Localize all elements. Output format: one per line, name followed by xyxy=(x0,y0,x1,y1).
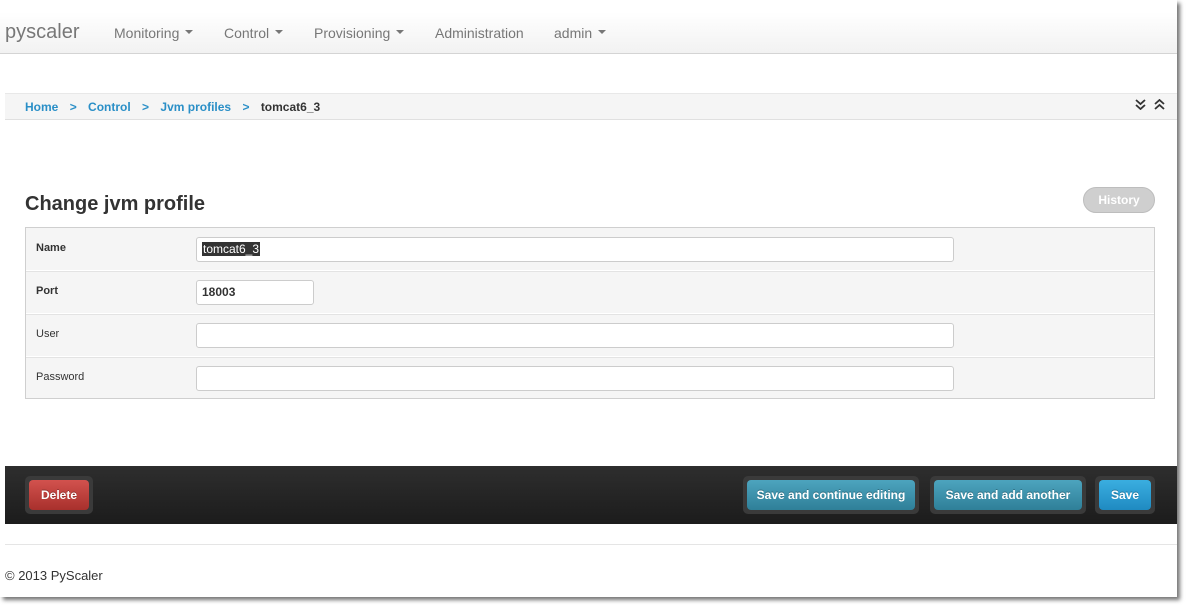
breadcrumb-separator: > xyxy=(69,100,77,114)
delete-button[interactable]: Delete xyxy=(29,480,89,510)
nav-monitoring-label: Monitoring xyxy=(114,25,180,41)
nav-administration-label: Administration xyxy=(435,25,524,41)
nav-user-label: admin xyxy=(554,25,593,41)
double-chevron-down-icon[interactable] xyxy=(1135,98,1150,113)
save-button[interactable]: Save xyxy=(1099,480,1151,510)
breadcrumb-control[interactable]: Control xyxy=(88,100,131,114)
save-and-continue-button[interactable]: Save and continue editing xyxy=(747,480,915,510)
form-row-name: Name tomcat6_3 xyxy=(26,228,1154,271)
port-input[interactable]: 18003 xyxy=(196,280,314,305)
browser-window: pyscaler Monitoring Control Provisioning… xyxy=(0,0,1177,597)
name-label: Name xyxy=(36,242,66,254)
user-label: User xyxy=(36,328,60,340)
caret-down-icon xyxy=(396,30,405,35)
name-input-value: tomcat6_3 xyxy=(202,242,261,256)
breadcrumb-current: tomcat6_3 xyxy=(260,100,321,114)
password-label: Password xyxy=(36,371,85,383)
nav-monitoring[interactable]: Monitoring xyxy=(114,25,194,41)
double-chevron-up-icon[interactable] xyxy=(1154,98,1165,113)
top-navbar: pyscaler Monitoring Control Provisioning… xyxy=(0,12,1177,54)
nav-control[interactable]: Control xyxy=(224,25,284,41)
nav-control-label: Control xyxy=(224,25,270,41)
page-title: Change jvm profile xyxy=(25,193,206,215)
password-input[interactable] xyxy=(196,366,954,391)
footer-divider xyxy=(5,544,1177,545)
nav-provisioning[interactable]: Provisioning xyxy=(314,25,405,41)
nav-administration[interactable]: Administration xyxy=(435,25,524,41)
nav-user-menu[interactable]: admin xyxy=(554,25,607,41)
caret-down-icon xyxy=(598,30,607,35)
submit-row: Delete Save and continue editing Save an… xyxy=(5,466,1177,524)
form-row-user: User xyxy=(26,314,1154,357)
history-button[interactable]: History xyxy=(1083,187,1155,213)
user-input[interactable] xyxy=(196,323,954,348)
breadcrumb-jvm-profiles[interactable]: Jvm profiles xyxy=(160,100,231,114)
save-continue-button-well: Save and continue editing xyxy=(743,476,919,514)
save-button-well: Save xyxy=(1095,476,1155,514)
breadcrumb-separator: > xyxy=(242,100,250,114)
breadcrumb-tools xyxy=(1131,98,1165,113)
caret-down-icon xyxy=(275,30,284,35)
caret-down-icon xyxy=(185,30,194,35)
brand-logo[interactable]: pyscaler xyxy=(5,21,79,44)
breadcrumb: Home > Control > Jvm profiles > tomcat6_… xyxy=(5,93,1177,120)
form-row-password: Password xyxy=(26,357,1154,400)
breadcrumb-home[interactable]: Home xyxy=(25,100,58,114)
name-input[interactable]: tomcat6_3 xyxy=(196,237,954,262)
form-row-port: Port 18003 xyxy=(26,271,1154,314)
breadcrumb-separator: > xyxy=(142,100,150,114)
delete-button-well: Delete xyxy=(25,476,93,514)
port-label: Port xyxy=(36,285,58,297)
nav-provisioning-label: Provisioning xyxy=(314,25,391,41)
save-add-button-well: Save and add another xyxy=(930,476,1086,514)
save-and-add-another-button[interactable]: Save and add another xyxy=(934,480,1082,510)
jvm-profile-form: Name tomcat6_3 Port 18003 User Password xyxy=(25,227,1155,399)
footer-copyright: © 2013 PyScaler xyxy=(5,568,103,583)
